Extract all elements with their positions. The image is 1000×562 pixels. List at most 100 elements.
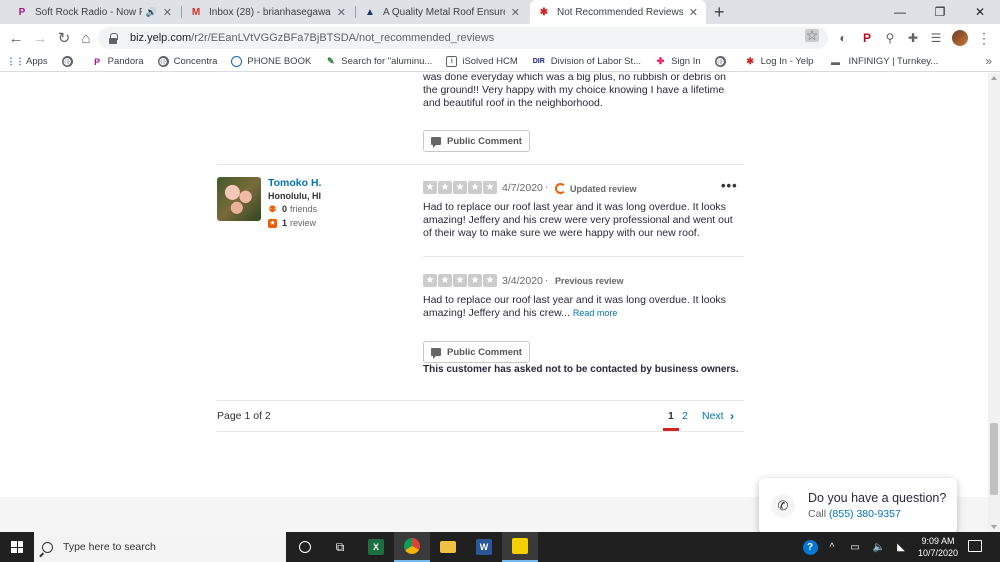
sticky-notes-icon[interactable] xyxy=(502,532,538,562)
back-arrow-icon[interactable]: ← xyxy=(6,28,26,48)
forward-arrow-icon[interactable]: → xyxy=(30,28,50,48)
bookmark-division-of-labor[interactable]: DIR Division of Labor St... xyxy=(532,56,641,67)
review-date: 3/4/2020 xyxy=(502,275,543,287)
chrome-taskbar-icon[interactable] xyxy=(394,532,430,562)
separator-dot: · xyxy=(545,182,549,193)
reading-list-icon[interactable]: ☰ xyxy=(928,30,944,46)
public-comment-button[interactable]: Public Comment xyxy=(423,341,530,363)
system-clock[interactable]: 9:09 AM 10/7/2020 xyxy=(912,535,964,559)
bookmark-star-icon[interactable]: ☆ xyxy=(805,28,819,42)
phonebook-icon xyxy=(231,56,243,67)
user-avatar[interactable] xyxy=(217,177,261,221)
pinwheel-icon: ✤ xyxy=(656,56,665,66)
browser-toolbar: ← → ↻ ⌂ biz.yelp.com/r2r/EEanLVtVGGzBFa7… xyxy=(0,24,1000,52)
tray-chevron-up-icon[interactable]: ^ xyxy=(824,532,840,562)
scroll-thumb[interactable] xyxy=(990,423,998,495)
bookmark-sign-in[interactable]: ✤ Sign In xyxy=(655,56,701,67)
read-more-link[interactable]: Read more xyxy=(573,308,618,318)
task-view-icon[interactable]: ⧉ xyxy=(322,532,358,562)
profile-avatar[interactable] xyxy=(952,30,968,46)
bookmark-globe[interactable]: ◍ xyxy=(61,56,78,67)
scroll-down-icon[interactable] xyxy=(991,525,997,529)
bookmarks-overflow-icon[interactable]: » xyxy=(985,54,992,68)
next-page-link[interactable]: Next xyxy=(702,410,724,422)
word-icon[interactable]: W xyxy=(466,532,502,562)
pinterest-icon[interactable]: P xyxy=(859,30,875,46)
tab-metal-roof[interactable]: ▲ A Quality Metal Roof Ensures The ✕ xyxy=(356,0,528,24)
review-divider xyxy=(423,256,744,257)
star-icon: ★ xyxy=(423,181,437,194)
close-tab-icon[interactable]: ✕ xyxy=(689,6,698,19)
star-icon: ★ xyxy=(453,274,467,287)
network-icon[interactable]: ◣ xyxy=(892,532,910,562)
notifications-icon[interactable] xyxy=(968,540,982,552)
close-tab-icon[interactable]: ✕ xyxy=(337,6,346,19)
search-extension-icon[interactable]: ⚲ xyxy=(882,30,898,46)
call-line: Call (855) 380-9357 xyxy=(808,508,901,520)
new-tab-button[interactable]: + xyxy=(714,2,725,22)
tab-gmail-inbox[interactable]: M Inbox (28) - brianhasegawa@gmail.com ✕ xyxy=(182,0,354,24)
home-icon[interactable]: ⌂ xyxy=(76,28,96,48)
star-icon: ★ xyxy=(423,274,437,287)
file-explorer-icon[interactable] xyxy=(430,532,466,562)
maximize-button[interactable]: ❐ xyxy=(920,0,960,24)
chrome-menu-icon[interactable]: ⋮ xyxy=(976,30,992,46)
minimize-button[interactable]: — xyxy=(880,0,920,24)
bookmark-phone-book[interactable]: PHONE BOOK xyxy=(231,56,311,67)
tab-title: A Quality Metal Roof Ensures The xyxy=(383,6,505,18)
windows-logo-icon xyxy=(11,541,23,553)
phone-number-link[interactable]: (855) 380-9357 xyxy=(829,508,901,520)
question-widget[interactable]: ✆ Do you have a question? Call (855) 380… xyxy=(759,478,957,534)
apps-icon: ⋮⋮ xyxy=(6,56,25,66)
page-1-current: 1 xyxy=(668,410,674,422)
dir-icon: DIR xyxy=(532,58,545,65)
more-options-icon[interactable]: ••• xyxy=(721,178,738,193)
windows-taskbar: Type here to search ⧉ X W ? ^ ▭ 🔈 ◣ 9:09… xyxy=(0,532,1000,562)
globe-icon: ◍ xyxy=(157,56,169,67)
bookmark-apps[interactable]: ⋮⋮ Apps xyxy=(6,56,48,67)
star-icon: ★ xyxy=(438,181,452,194)
bookmark-concentra[interactable]: ◍ Concentra xyxy=(157,56,217,67)
leaf-icon: ✎ xyxy=(327,56,335,66)
chevron-right-icon[interactable]: › xyxy=(730,409,734,423)
friends-icon: ⚉ xyxy=(268,203,277,214)
start-button[interactable] xyxy=(0,532,34,562)
user-location: Honolulu, HI xyxy=(268,191,321,201)
url-host: biz.yelp.com xyxy=(130,32,192,44)
user-review-count: ★ 1 review xyxy=(268,218,317,228)
help-icon[interactable]: ? xyxy=(800,532,820,562)
extension-circle-icon[interactable]: ◐ xyxy=(835,30,851,46)
address-bar[interactable]: biz.yelp.com/r2r/EEanLVtVGGzBFa7BjBTSDA/… xyxy=(98,27,828,49)
page-info: Page 1 of 2 xyxy=(217,410,271,422)
url-path: /r2r/EEanLVtVGGzBFa7BjBTSDA/not_recommen… xyxy=(191,32,495,44)
puzzle-extensions-icon[interactable]: ✚ xyxy=(905,30,921,46)
excel-icon[interactable]: X xyxy=(358,532,394,562)
rating-stars-previous: ★ ★ ★ ★ ★ xyxy=(423,274,498,287)
bookmark-yelp-login[interactable]: ✱ Log In - Yelp xyxy=(745,56,813,67)
bookmark-globe-2[interactable]: ◍ xyxy=(714,56,731,67)
public-comment-button[interactable]: Public Comment xyxy=(423,130,530,152)
speaker-icon[interactable]: 🔊 xyxy=(146,7,157,18)
bookmark-pandora[interactable]: P Pandora xyxy=(92,56,143,67)
page-scrollbar[interactable] xyxy=(988,73,1000,532)
bookmark-search-aluminum[interactable]: ✎ Search for "aluminu... xyxy=(325,56,432,67)
volume-icon[interactable]: 🔈 xyxy=(870,532,888,562)
close-tab-icon[interactable]: ✕ xyxy=(163,6,172,19)
cortana-icon[interactable] xyxy=(287,532,323,562)
yelp-favicon-icon: ✱ xyxy=(539,6,549,18)
user-name-link[interactable]: Tomoko H. xyxy=(268,177,321,189)
close-window-button[interactable]: ✕ xyxy=(960,0,1000,24)
no-contact-notice: This customer has asked not to be contac… xyxy=(423,364,739,375)
battery-icon[interactable]: ▭ xyxy=(846,532,864,562)
reload-icon[interactable]: ↻ xyxy=(54,28,74,48)
tab-not-recommended-reviews[interactable]: ✱ Not Recommended Reviews | Allied ✕ xyxy=(530,0,706,24)
taskbar-search-box[interactable]: Type here to search xyxy=(34,532,286,562)
tab-soft-rock-radio[interactable]: P Soft Rock Radio - Now Playing 🔊 ✕ xyxy=(8,0,180,24)
bookmark-infinigy[interactable]: ▬ INFINIGY | Turnkey... xyxy=(827,56,938,67)
close-tab-icon[interactable]: ✕ xyxy=(511,6,520,19)
page-2-link[interactable]: 2 xyxy=(682,410,688,422)
bookmark-isolved[interactable]: i iSolved HCM xyxy=(446,56,518,67)
phone-icon: ✆ xyxy=(771,494,795,518)
scroll-up-icon[interactable] xyxy=(991,76,997,80)
tab-title: Soft Rock Radio - Now Playing xyxy=(35,6,142,18)
